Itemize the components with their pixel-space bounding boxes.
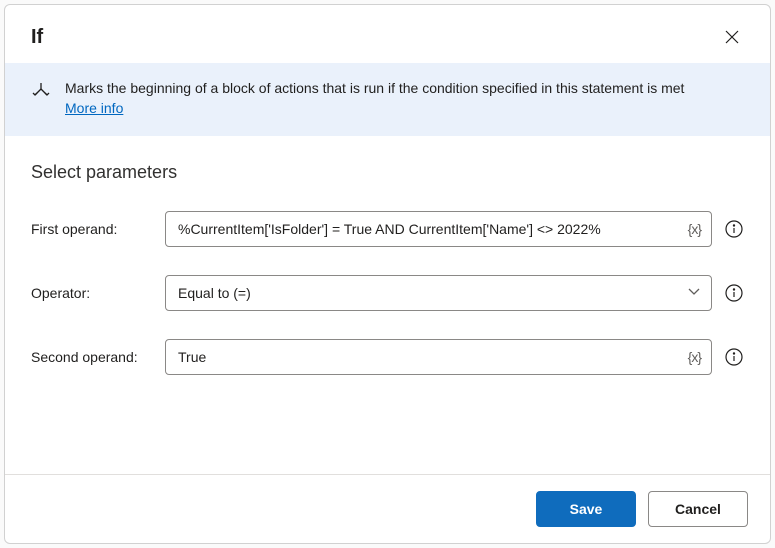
banner-text: Marks the beginning of a block of action… [65,79,684,118]
variable-picker-icon[interactable]: {x} [678,349,711,365]
variable-picker-icon[interactable]: {x} [678,221,711,237]
operator-value: Equal to (=) [166,285,677,301]
second-operand-input[interactable] [166,349,678,365]
banner-description: Marks the beginning of a block of action… [65,80,684,96]
operator-select[interactable]: Equal to (=) [165,275,712,311]
info-banner: Marks the beginning of a block of action… [5,63,770,136]
operator-info-button[interactable] [724,283,744,303]
second-operand-input-wrap: {x} [165,339,712,375]
second-operand-info-button[interactable] [724,347,744,367]
close-button[interactable] [716,21,748,53]
second-operand-row: Second operand: {x} [31,339,744,375]
info-icon [725,284,743,302]
dialog-header: If [5,5,770,63]
second-operand-label: Second operand: [31,349,153,365]
first-operand-info-button[interactable] [724,219,744,239]
first-operand-input-wrap: {x} [165,211,712,247]
save-button[interactable]: Save [536,491,636,527]
first-operand-row: First operand: {x} [31,211,744,247]
operator-row: Operator: Equal to (=) [31,275,744,311]
first-operand-input[interactable] [166,221,678,237]
more-info-link[interactable]: More info [65,100,123,116]
info-icon [725,348,743,366]
operator-label: Operator: [31,285,153,301]
if-dialog: If Marks the beginning of a block of act… [4,4,771,544]
close-icon [724,29,740,45]
chevron-down-icon [677,284,711,303]
dialog-title: If [31,26,43,49]
dialog-content: Select parameters First operand: {x} Ope… [5,136,770,474]
dialog-footer: Save Cancel [5,474,770,543]
condition-icon [31,81,51,101]
section-title: Select parameters [31,162,744,183]
first-operand-label: First operand: [31,221,153,237]
cancel-button[interactable]: Cancel [648,491,748,527]
info-icon [725,220,743,238]
